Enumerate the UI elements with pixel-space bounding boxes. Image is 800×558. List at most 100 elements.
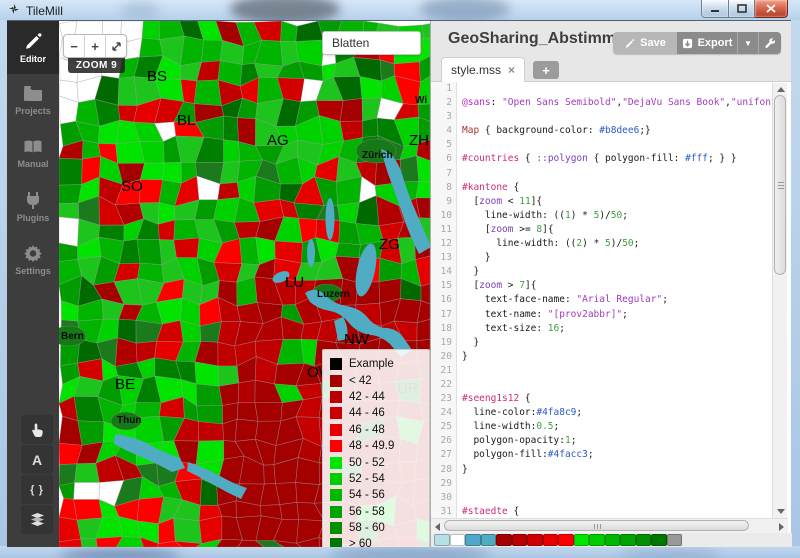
wallpaper-blob [120,2,160,20]
window-border [791,20,800,546]
line-number: 7 [431,167,452,181]
panel-header: GeoSharing_Abstimmung Save Export ▼ [431,21,791,82]
palette-swatch[interactable] [667,534,683,546]
svg-text:AG: AG [267,132,289,149]
wallpaper-blob [420,0,510,20]
code-line [462,167,780,181]
sidebar-item-settings[interactable]: Settings [7,233,59,286]
scroll-up-arrow[interactable] [777,87,785,92]
line-number: 20 [431,350,452,364]
layers-icon [30,513,45,526]
line-number: 23 [431,392,452,406]
palette-swatch[interactable] [512,534,528,546]
legend-color-swatch [330,407,342,419]
palette-swatch[interactable] [465,534,481,546]
svg-text:ZH: ZH [409,132,429,149]
svg-text:Thun: Thun [117,415,141,426]
sidebar-item-projects[interactable]: Projects [7,74,59,127]
palette-swatch[interactable] [636,534,652,546]
save-button[interactable]: Save [613,32,677,54]
wallpaper-blob [330,546,490,558]
export-button[interactable]: Export [677,32,737,54]
legend-row: 50 - 52 [330,454,422,470]
line-number: 12 [431,237,452,251]
code-editor[interactable]: 1234567891011121314151617181920212223242… [431,82,780,518]
action-button-group: Save Export ▼ [613,32,781,54]
tab-style-mss[interactable]: style.mss × [441,57,525,82]
layers-tool-button[interactable] [21,505,53,534]
code-content[interactable]: @sans: "Open Sans Semibold","DejaVu Sans… [457,82,780,518]
palette-swatch[interactable] [558,534,574,546]
palette-swatch[interactable] [574,534,590,546]
tab-label: style.mss [451,63,501,77]
line-number: 5 [431,138,452,152]
legend-row: 42 - 44 [330,389,422,405]
zoom-level-badge: ZOOM 9 [68,57,125,73]
export-dropdown-button[interactable]: ▼ [737,32,758,54]
palette-swatch[interactable] [589,534,605,546]
code-line: #kantone { [462,181,780,195]
minimize-button[interactable] [701,0,729,18]
horizontal-scroll-thumb[interactable] [444,520,749,531]
palette-swatch[interactable] [527,534,543,546]
map-canvas[interactable]: BSBLAGSOZHWiZürichZGLULuzernNWOWURBEBern… [59,21,430,547]
project-settings-button[interactable] [758,32,781,54]
zoom-in-button[interactable]: + [85,35,106,57]
palette-swatch[interactable] [605,534,621,546]
code-line [462,364,780,378]
code-line: @sans: "Open Sans Semibold","DejaVu Sans… [462,96,780,110]
sidebar-item-plugins[interactable]: Plugins [7,180,59,233]
palette-swatch[interactable] [651,534,667,546]
horizontal-scrollbar[interactable] [431,518,788,533]
editor-panel: GeoSharing_Abstimmung Save Export ▼ [430,21,791,547]
wallpaper-blob [230,0,340,20]
code-line: line-color:#4fa8c9; [462,406,780,420]
line-number: 17 [431,308,452,322]
fullscreen-button[interactable] [106,35,126,57]
scroll-left-arrow[interactable] [435,523,440,531]
line-number: 8 [431,181,452,195]
tab-close-icon[interactable]: × [508,63,515,77]
code-line: polygon-fill:#4facc3; [462,448,780,462]
svg-text:Bern: Bern [61,331,84,342]
add-tab-button[interactable]: + [533,61,559,79]
palette-swatch[interactable] [620,534,636,546]
line-number: 25 [431,420,452,434]
legend-row: 52 - 54 [330,471,422,487]
zoom-out-button[interactable]: − [64,35,85,57]
legend-label: 44 - 46 [349,407,385,419]
maximize-button[interactable] [729,0,755,18]
tab-bar: style.mss × + [441,58,559,82]
line-number: 19 [431,336,452,350]
palette-swatch[interactable] [481,534,497,546]
close-button[interactable] [755,0,788,18]
sidebar-item-label: Settings [15,266,51,276]
vertical-scrollbar[interactable] [772,83,787,518]
legend-row: < 42 [330,372,422,388]
map-zoom-control: − + [63,34,127,58]
line-number: 13 [431,251,452,265]
line-number: 15 [431,279,452,293]
pan-hand-tool-button[interactable] [21,415,53,444]
scroll-right-arrow[interactable] [779,523,784,531]
code-line: #seeng1s12 { [462,392,780,406]
sidebar-item-editor[interactable]: Editor [7,21,59,74]
line-number: 2 [431,96,452,110]
palette-swatch[interactable] [434,534,450,546]
code-line: } [462,336,780,350]
palette-swatch[interactable] [450,534,466,546]
code-line: #staedte { [462,505,780,518]
map-search-input[interactable]: Blatten [322,31,421,55]
code-line: text-name: "[prov2abbr]"; [462,308,780,322]
sidebar-item-manual[interactable]: Manual [7,127,59,180]
palette-swatch[interactable] [543,534,559,546]
code-line: [zoom >= 8]{ [462,223,780,237]
palette-swatch[interactable] [496,534,512,546]
legend-row: > 60 [330,536,422,547]
carto-reference-tool-button[interactable]: { } [21,475,53,504]
svg-text:BE: BE [115,376,135,393]
code-line: polygon-opacity:1; [462,434,780,448]
fonts-tool-button[interactable]: A [21,445,53,474]
scroll-down-arrow[interactable] [777,509,785,514]
vertical-scroll-thumb[interactable] [774,95,786,275]
